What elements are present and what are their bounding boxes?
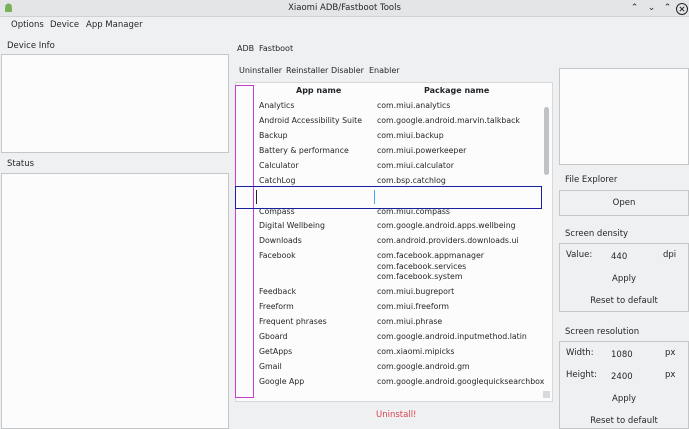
package-name-cell[interactable]: com.miui.freeform	[377, 302, 449, 311]
tab-adb[interactable]: ADB	[237, 44, 254, 53]
package-name-cell[interactable]: com.miui.analytics	[377, 101, 450, 110]
app-name-cell[interactable]: Analytics	[259, 101, 294, 110]
menu-device[interactable]: Device	[50, 20, 79, 30]
app-name-cell[interactable]: Battery & performance	[259, 146, 349, 155]
app-name-cell[interactable]: GetApps	[259, 347, 292, 356]
app-name-cell[interactable]: Google App	[259, 377, 304, 386]
uninstall-button[interactable]: Uninstall!	[376, 410, 416, 420]
menu-bar: Options Device App Manager	[0, 17, 689, 34]
app-name-cell[interactable]: Frequent phrases	[259, 317, 327, 326]
package-name-cell[interactable]: com.miui.phrase	[377, 317, 442, 326]
app-name-cell[interactable]: Freeform	[259, 302, 294, 311]
maximize-icon[interactable]: ⌃	[661, 2, 674, 15]
density-input[interactable]: 440	[611, 252, 627, 262]
app-name-cell[interactable]: Feedback	[259, 287, 296, 296]
resolution-apply-button[interactable]: Apply	[559, 394, 689, 404]
package-name-cell[interactable]: com.facebook.appmanager	[377, 251, 484, 260]
screen-resolution-label: Screen resolution	[565, 327, 640, 337]
preview-panel	[559, 68, 689, 165]
package-name-cell[interactable]: com.facebook.services	[377, 262, 466, 271]
checkbox-column-highlight	[235, 85, 254, 398]
row-highlight	[235, 186, 542, 209]
height-label: Height:	[566, 370, 597, 380]
app-name-cell[interactable]: CatchLog	[259, 176, 295, 185]
app-name-cell[interactable]: Calculator	[259, 161, 299, 170]
close-icon[interactable]	[675, 2, 688, 15]
package-name-cell[interactable]: com.facebook.system	[377, 272, 462, 281]
tab-enabler[interactable]: Enabler	[369, 66, 400, 75]
app-name-cell[interactable]: Android Accessibility Suite	[259, 116, 362, 125]
open-button[interactable]: Open	[559, 198, 689, 208]
density-apply-button[interactable]: Apply	[559, 274, 689, 284]
shade-icon[interactable]: ⌃	[628, 2, 641, 15]
title-bar: Xiaomi ADB/Fastboot Tools ⌃ ⌄ ⌃	[0, 0, 689, 17]
density-reset-button[interactable]: Reset to default	[559, 296, 689, 306]
minimize-icon[interactable]: ⌄	[645, 2, 658, 15]
width-unit: px	[665, 348, 676, 358]
column-app-name: App name	[296, 86, 342, 95]
app-name-cell[interactable]: Gmail	[259, 362, 282, 371]
tab-uninstaller[interactable]: Uninstaller	[239, 66, 282, 75]
tab-reinstaller[interactable]: Reinstaller	[286, 66, 328, 75]
file-explorer-label: File Explorer	[565, 175, 618, 185]
height-input[interactable]: 2400	[611, 372, 633, 382]
screen-density-label: Screen density	[565, 229, 629, 239]
app-name-cell[interactable]: Gboard	[259, 332, 288, 341]
package-name-cell[interactable]: com.miui.calculator	[377, 161, 454, 170]
tab-disabler[interactable]: Disabler	[331, 66, 364, 75]
package-name-cell[interactable]: com.android.providers.downloads.ui	[377, 236, 519, 245]
package-name-cell[interactable]: com.miui.bugreport	[377, 287, 454, 296]
device-info-label: Device Info	[7, 41, 55, 51]
height-unit: px	[665, 370, 676, 380]
package-name-cell[interactable]: com.google.android.marvin.talkback	[377, 116, 520, 125]
width-input[interactable]: 1080	[611, 350, 633, 360]
package-name-cell[interactable]: com.xiaomi.mipicks	[377, 347, 454, 356]
app-name-cell[interactable]: Downloads	[259, 236, 302, 245]
density-unit: dpi	[663, 250, 677, 260]
package-name-cell[interactable]: com.google.android.googlequicksearchbox	[377, 377, 544, 386]
scrollbar-thumb[interactable]	[544, 107, 549, 175]
package-name-cell[interactable]: com.google.android.inputmethod.latin	[377, 332, 527, 341]
app-name-cell[interactable]: Digital Wellbeing	[259, 221, 325, 230]
device-info-panel	[1, 54, 229, 153]
tab-fastboot[interactable]: Fastboot	[259, 44, 293, 53]
package-name-cell[interactable]: com.google.android.gm	[377, 362, 470, 371]
menu-app-manager[interactable]: App Manager	[86, 20, 143, 30]
status-panel	[1, 173, 229, 429]
menu-options[interactable]: Options	[11, 20, 44, 30]
app-name-cell[interactable]: Backup	[259, 131, 288, 140]
app-name-cell[interactable]: Facebook	[259, 251, 296, 260]
package-name-cell[interactable]: com.google.android.apps.wellbeing	[377, 221, 516, 230]
package-name-cell[interactable]: com.miui.powerkeeper	[377, 146, 466, 155]
width-label: Width:	[566, 348, 594, 358]
density-value-label: Value:	[566, 250, 593, 260]
status-label: Status	[7, 159, 35, 169]
column-package-name: Package name	[424, 86, 490, 95]
window-title: Xiaomi ADB/Fastboot Tools	[288, 3, 401, 13]
resolution-reset-button[interactable]: Reset to default	[559, 416, 689, 426]
package-name-cell[interactable]: com.bsp.catchlog	[377, 176, 446, 185]
package-name-cell[interactable]: com.miui.backup	[377, 131, 444, 140]
scrollbar-corner	[543, 391, 550, 398]
